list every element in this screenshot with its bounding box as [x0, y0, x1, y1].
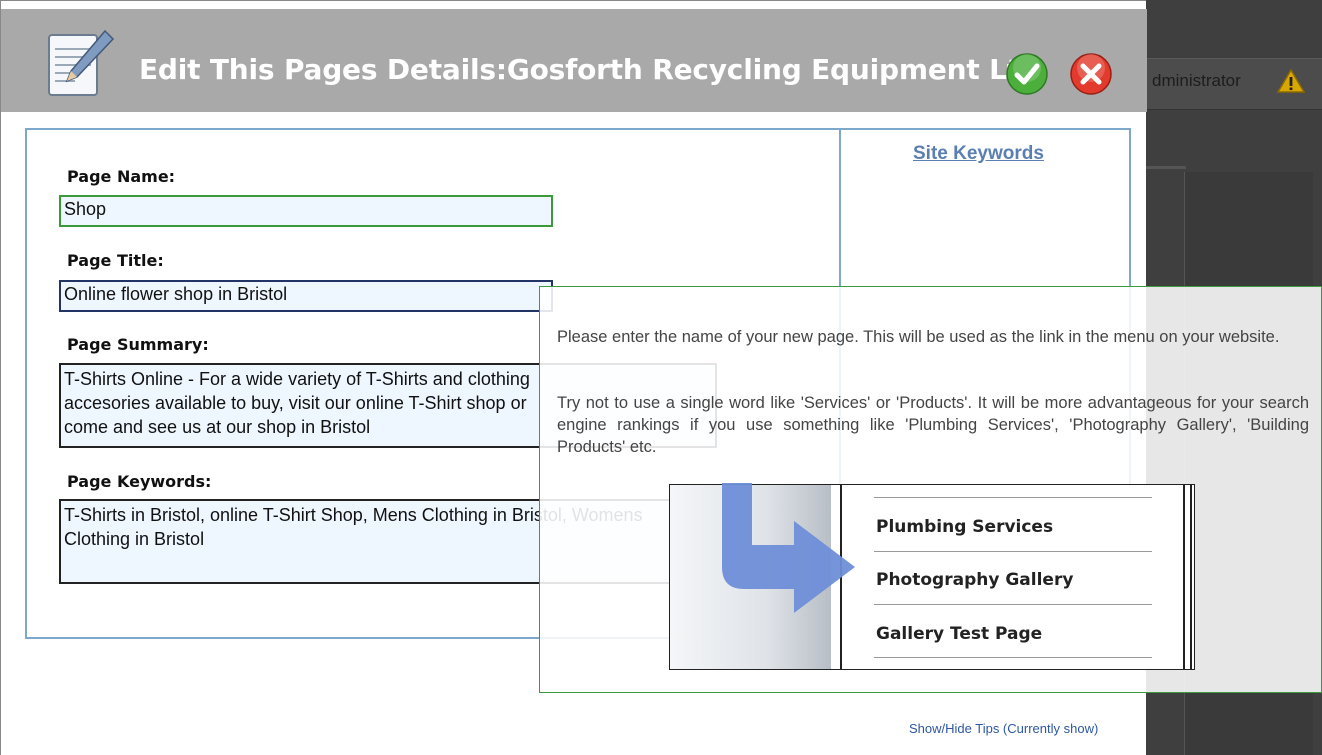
menu-preview-border	[1190, 485, 1192, 669]
page-keywords-label: Page Keywords:	[67, 472, 212, 491]
menu-item-photography-gallery: Photography Gallery	[876, 570, 1074, 590]
tip-paragraph-2: Try not to use a single word like 'Servi…	[557, 394, 1309, 456]
menu-item-plumbing-services: Plumbing Services	[876, 517, 1054, 537]
close-icon[interactable]	[1069, 52, 1113, 96]
menu-item-gallery-test-page: Gallery Test Page	[876, 624, 1043, 644]
tip-popup: Please enter the name of your new page. …	[539, 286, 1322, 693]
background-user-label: dministrator	[1152, 71, 1241, 90]
notepad-pencil-icon	[48, 29, 115, 96]
menu-separator	[874, 604, 1152, 605]
page-name-label: Page Name:	[67, 167, 176, 186]
page-title-label: Page Title:	[67, 251, 164, 270]
menu-separator	[874, 551, 1152, 552]
check-icon[interactable]	[1005, 52, 1049, 96]
page-title-field[interactable]: Online flower shop in Bristol	[59, 280, 553, 312]
dialog-header: Edit This Pages Details:Gosforth Recycli…	[1, 9, 1147, 112]
tip-paragraph-1: Please enter the name of your new page. …	[557, 328, 1280, 346]
menu-preview-border	[1183, 485, 1185, 669]
dialog-title: Edit This Pages Details:Gosforth Recycli…	[139, 53, 1040, 86]
page-name-field[interactable]: Shop	[59, 195, 553, 227]
site-keywords-link[interactable]: Site Keywords	[913, 143, 1044, 165]
menu-separator	[874, 657, 1152, 658]
warning-icon	[1276, 68, 1306, 93]
arrow-right-icon	[722, 483, 855, 613]
show-hide-tips-link[interactable]: Show/Hide Tips (Currently show)	[909, 721, 1098, 736]
background-divider	[1146, 166, 1186, 169]
menu-separator	[874, 497, 1152, 498]
page-summary-label: Page Summary:	[67, 335, 209, 354]
